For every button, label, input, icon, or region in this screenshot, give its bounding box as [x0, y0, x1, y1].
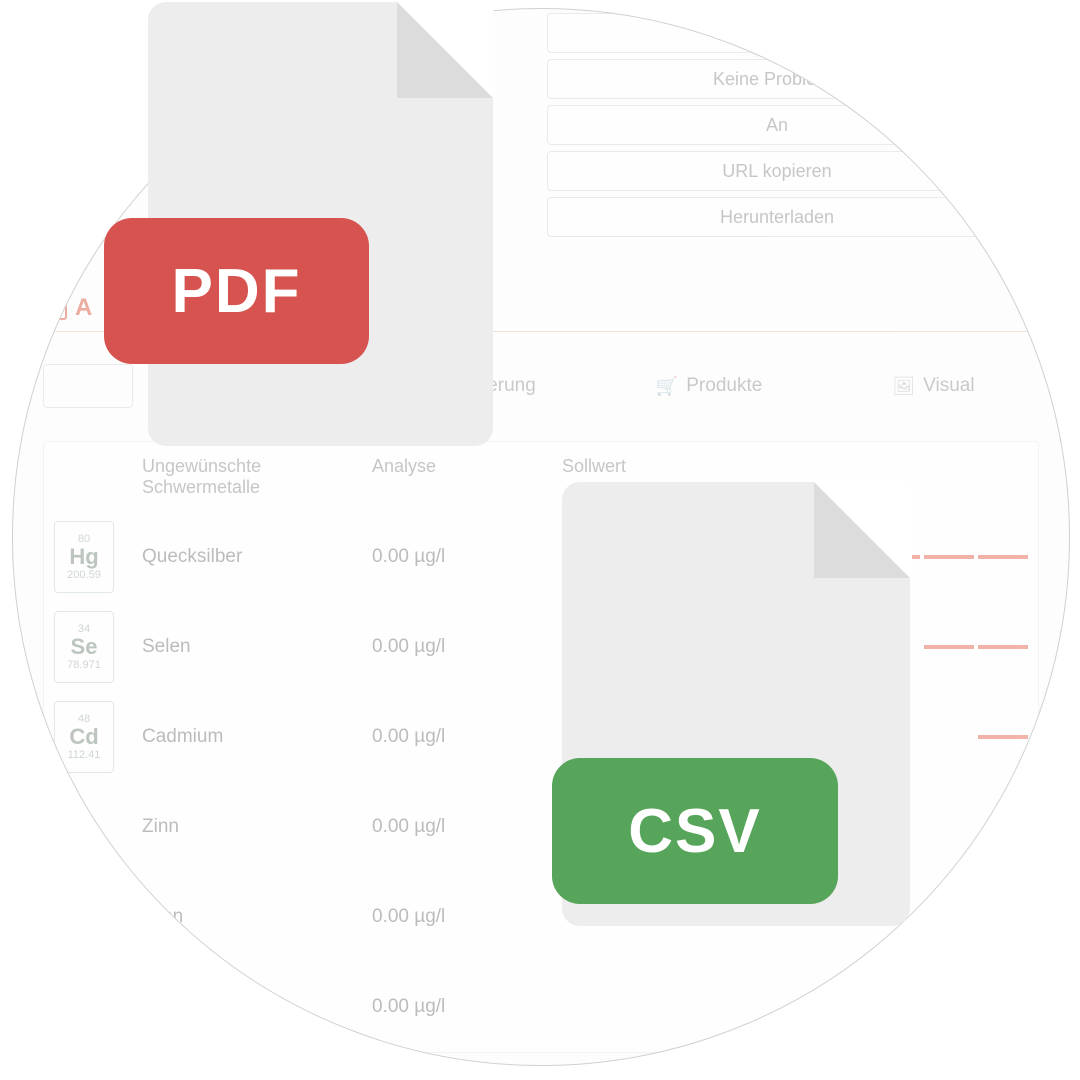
fragment-doku: Doku [53, 201, 95, 222]
page-fold-icon [397, 2, 493, 98]
row-name: imon [142, 906, 372, 928]
action-an[interactable]: An [547, 105, 1007, 145]
pdf-badge: PDF [104, 218, 369, 364]
tab-box-first[interactable] [43, 364, 133, 408]
th-name: Ungewünschte Schwermetalle [142, 456, 372, 498]
row-name: Selen [142, 636, 372, 658]
th-analyse: Analyse [372, 456, 562, 498]
element-tile [54, 971, 114, 1043]
table-row: 0.00 µg/l [44, 962, 1038, 1052]
pdf-file-icon: PDF [148, 2, 493, 446]
tab-visual-label: Visual [923, 375, 974, 397]
row-name: Cadmium [142, 726, 372, 748]
page-fold-icon [814, 482, 910, 578]
tab-produkte[interactable]: 🛒 Produkte [656, 375, 762, 397]
row-value: 0.00 µg/l [372, 816, 562, 838]
row-value: 0.00 µg/l [372, 546, 562, 568]
element-tile [54, 791, 114, 863]
fragment-nt: n t [62, 157, 82, 178]
action-url-kopieren[interactable]: URL kopieren [547, 151, 1007, 191]
action-sps[interactable]: SPS [547, 13, 1007, 53]
analysis-icon [43, 296, 67, 320]
action-column: SPS Keine Probleme An URL kopieren Herun… [547, 13, 1007, 237]
picture-icon: 🖼 [892, 376, 915, 397]
row-value: 0.00 µg/l [372, 996, 562, 1018]
element-tile [54, 881, 114, 953]
row-name: Quecksilber [142, 546, 372, 568]
row-value: 0.00 µg/l [372, 726, 562, 748]
csv-file-icon: CSV [562, 482, 910, 926]
row-value: 0.00 µg/l [372, 906, 562, 928]
row-name: Zinn [142, 816, 372, 838]
tab-visual[interactable]: 🖼 Visual [892, 375, 974, 397]
element-tile: 80Hg200.59 [54, 521, 114, 593]
tab-produkte-label: Produkte [686, 375, 762, 397]
action-herunterladen[interactable]: Herunterladen [547, 197, 1007, 237]
action-keine-probleme[interactable]: Keine Probleme [547, 59, 1007, 99]
element-tile: 34Se78.971 [54, 611, 114, 683]
section-header-label: A [75, 294, 92, 322]
element-tile: 48Cd112.41 [54, 701, 114, 773]
section-header: A [43, 294, 92, 322]
cart-icon: 🛒 [656, 376, 678, 397]
csv-badge: CSV [552, 758, 838, 904]
row-value: 0.00 µg/l [372, 636, 562, 658]
